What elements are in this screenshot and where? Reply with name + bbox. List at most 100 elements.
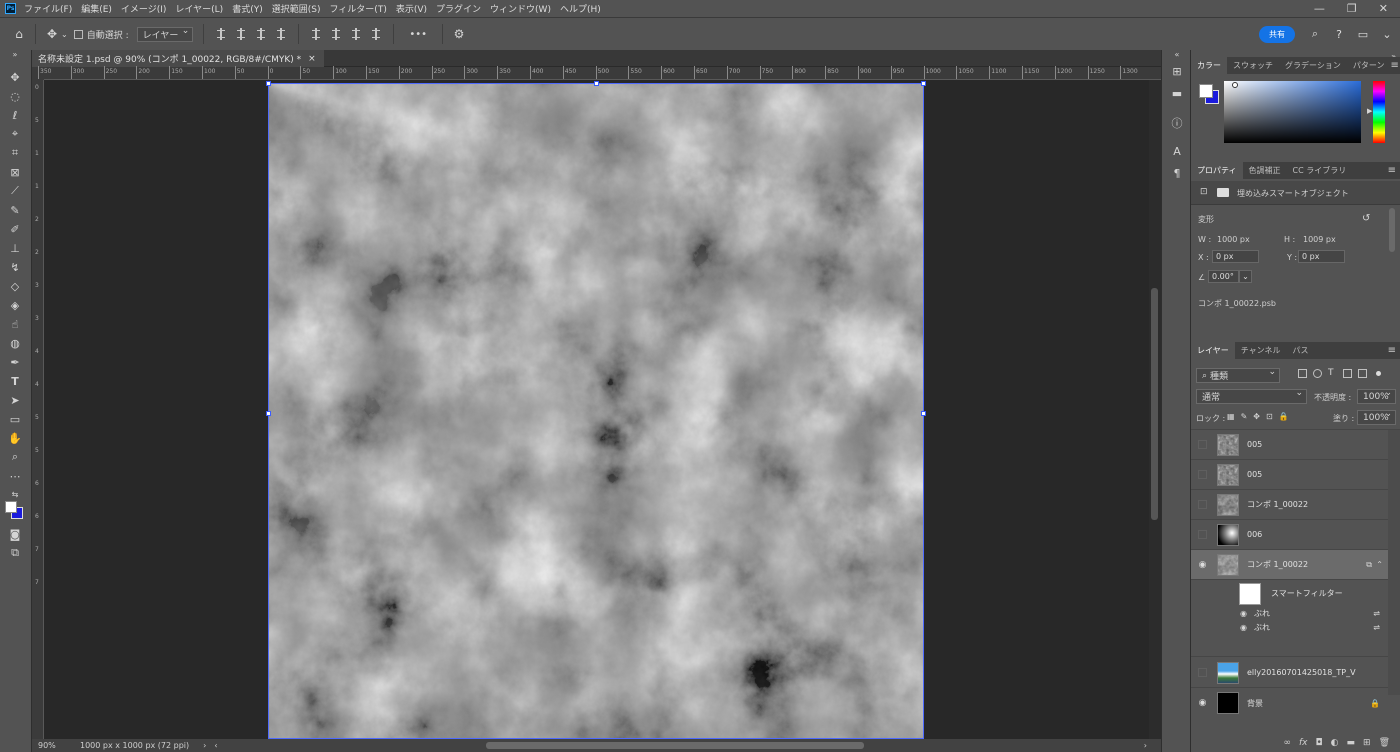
eyedropper-tool-icon[interactable]: ⟋ (6, 183, 24, 199)
stamp-tool-icon[interactable]: ⊥ (6, 240, 24, 256)
dodge-tool-icon[interactable]: ◍ (6, 335, 24, 351)
layer-lock-icon[interactable]: 🔒 (1370, 699, 1380, 708)
adjustment-layer-icon[interactable]: ◐ (1331, 738, 1339, 748)
document-tab[interactable]: 名称未設定 1.psd @ 90% (コンポ 1_00022, RGB/8#/C… (32, 50, 324, 67)
menu-plugins[interactable]: プラグイン (436, 2, 481, 15)
quick-mask-icon[interactable]: ◙ (6, 526, 24, 542)
paragraph-icon[interactable]: ¶ (1170, 166, 1184, 180)
more-options-icon[interactable]: ••• (409, 29, 427, 40)
healing-brush-icon[interactable]: ✎ (6, 202, 24, 218)
vertical-scrollbar[interactable] (1149, 80, 1161, 739)
menu-filter[interactable]: フィルター(T) (329, 2, 386, 15)
tab-cc-libraries[interactable]: CC ライブラリ (1287, 162, 1353, 179)
hand-tool-icon[interactable]: ✋ (6, 430, 24, 446)
filter-smart-icon[interactable] (1358, 369, 1367, 378)
color-panel-menu-icon[interactable]: ≡ (1390, 60, 1398, 71)
layer-row[interactable]: 005 (1191, 460, 1388, 490)
visibility-toggle-off[interactable] (1198, 668, 1207, 677)
share-button[interactable]: 共有 (1259, 25, 1295, 43)
tab-channels[interactable]: チャンネル (1235, 342, 1287, 359)
eraser-tool-icon[interactable]: ◇ (6, 278, 24, 294)
angle-dropdown-icon[interactable]: ⌄ (1239, 270, 1252, 283)
layers-panel-menu-icon[interactable]: ≡ (1388, 345, 1396, 356)
color-picker-field[interactable] (1224, 81, 1361, 143)
zoom-tool-icon[interactable]: ⌕ (6, 449, 24, 465)
restore-icon[interactable]: ❐ (1347, 2, 1357, 15)
align-middle-icon[interactable] (332, 28, 341, 40)
lock-all-icon[interactable]: 🔒 (1279, 412, 1289, 421)
properties-scroll-thumb[interactable] (1389, 208, 1395, 252)
tab-swatches[interactable]: スウォッチ (1227, 57, 1279, 74)
filter-adjustment-icon[interactable] (1313, 369, 1322, 378)
layer-row[interactable]: ◉ 背景 🔒 (1191, 688, 1388, 718)
menu-file[interactable]: ファイル(F) (24, 2, 72, 15)
filter-shape-icon[interactable] (1343, 369, 1352, 378)
lock-artboard-icon[interactable]: ⊡ (1266, 412, 1273, 421)
history-brush-icon[interactable]: ↯ (6, 259, 24, 275)
y-field[interactable]: 0 px (1298, 250, 1345, 263)
tab-gradients[interactable]: グラデーション (1279, 57, 1347, 74)
hue-slider[interactable] (1373, 81, 1385, 143)
swap-colors-icon[interactable]: ⇆ (6, 486, 24, 502)
align-top-icon[interactable] (312, 28, 321, 40)
fx-icon[interactable]: fx (1299, 738, 1308, 748)
properties-panel-menu-icon[interactable]: ≡ (1388, 165, 1396, 176)
height-value[interactable]: 1009 px (1303, 235, 1336, 244)
canvas-area[interactable] (44, 80, 1149, 739)
horizontal-ruler[interactable]: 350 300 250 200 150 100 50 0 50 100 150 200 250 300 35… (38, 66, 1161, 80)
vertical-ruler[interactable]: 0 5 1 1 2 2 3 3 4 4 5 5 6 6 7 7 (32, 80, 44, 739)
workspace-icon[interactable]: ▭ (1356, 27, 1370, 41)
layer-row[interactable]: コンポ 1_00022 (1191, 490, 1388, 520)
screen-mode-icon[interactable]: ⧉ (6, 545, 24, 561)
menu-window[interactable]: ウィンドウ(W) (490, 2, 551, 15)
quick-select-tool-icon[interactable]: ⌖ (6, 126, 24, 142)
lasso-tool-icon[interactable]: ℓ (6, 107, 24, 123)
character-icon[interactable]: A (1170, 144, 1184, 158)
filter-eye-icon[interactable]: ◉ (1240, 609, 1247, 618)
menu-type[interactable]: 書式(Y) (232, 2, 263, 15)
new-group-icon[interactable]: ▬ (1347, 738, 1356, 748)
align-bottom-icon[interactable] (352, 28, 361, 40)
visibility-toggle-off[interactable] (1198, 500, 1207, 509)
info-icon[interactable]: ⓘ (1170, 116, 1184, 130)
paint-bucket-icon[interactable]: ◈ (6, 297, 24, 313)
status-expand-icon[interactable]: › (203, 741, 206, 750)
gear-icon[interactable]: ⚙ (450, 25, 468, 43)
history-icon[interactable]: ⊞ (1170, 64, 1184, 78)
edit-toolbar-icon[interactable]: ⋯ (6, 468, 24, 484)
filter-eye-icon[interactable]: ◉ (1240, 623, 1247, 632)
filter-pixel-icon[interactable] (1298, 369, 1307, 378)
horizontal-scroll-thumb[interactable] (486, 742, 864, 749)
filter-blending-icon[interactable]: ⇌ (1373, 623, 1380, 632)
hue-slider-marker-icon[interactable]: ▶ (1367, 107, 1372, 115)
smudge-tool-icon[interactable]: ☝ (6, 316, 24, 332)
new-layer-icon[interactable]: ⊞ (1363, 738, 1371, 748)
marquee-tool-icon[interactable]: ◌ (6, 88, 24, 104)
scroll-left-icon[interactable]: ‹ (214, 741, 217, 750)
crop-tool-icon[interactable]: ⌗ (6, 145, 24, 161)
x-field[interactable]: 0 px (1212, 250, 1259, 263)
auto-select-target-dropdown[interactable]: レイヤー (136, 26, 194, 42)
tool-preset-chevron-icon[interactable]: ⌄ (61, 30, 68, 39)
transform-handle-top[interactable] (594, 81, 599, 86)
layer-row[interactable]: elly20160701425018_TP_V (1191, 658, 1388, 688)
visibility-toggle-off[interactable] (1198, 470, 1207, 479)
width-value[interactable]: 1000 px (1217, 235, 1250, 244)
type-tool-icon[interactable]: T (6, 373, 24, 389)
comments-icon[interactable]: ▬ (1170, 86, 1184, 100)
home-icon[interactable]: ⌂ (10, 25, 28, 43)
visibility-toggle-off[interactable] (1198, 440, 1207, 449)
filter-name[interactable]: ぶれ (1254, 622, 1270, 633)
lock-paint-icon[interactable]: ✎ (1241, 412, 1248, 421)
collapse-filters-icon[interactable]: ⌃ (1376, 560, 1383, 569)
align-left-icon[interactable] (217, 28, 226, 40)
filter-name[interactable]: ぶれ (1254, 608, 1270, 619)
distribute-icon[interactable] (277, 28, 286, 40)
tab-adjustments[interactable]: 色調補正 (1243, 162, 1287, 179)
layers-scrollbar[interactable] (1388, 430, 1400, 695)
rectangle-tool-icon[interactable]: ▭ (6, 411, 24, 427)
layer-filter-dropdown[interactable]: ⌕ 種類 (1196, 367, 1280, 383)
menu-layer[interactable]: レイヤー(L) (175, 2, 223, 15)
tab-properties[interactable]: プロパティ (1191, 162, 1243, 179)
menu-image[interactable]: イメージ(I) (121, 2, 167, 15)
